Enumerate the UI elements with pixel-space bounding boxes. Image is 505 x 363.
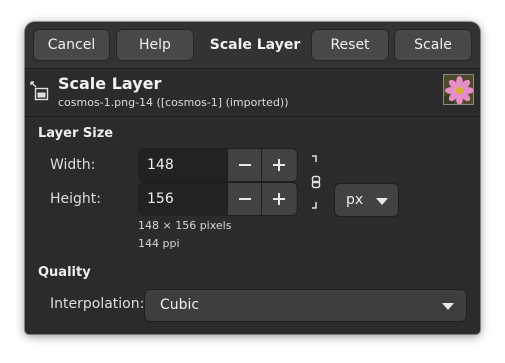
scale-button[interactable]: Scale: [394, 29, 472, 61]
width-input[interactable]: 148: [139, 149, 227, 181]
scale-layer-icon: [29, 80, 51, 102]
layer-thumbnail: [443, 74, 474, 105]
width-spinner[interactable]: 148: [138, 148, 298, 182]
chevron-down-icon: [376, 198, 388, 205]
cancel-button[interactable]: Cancel: [33, 29, 110, 61]
minus-icon: [239, 164, 251, 166]
quality-heading: Quality: [38, 265, 91, 280]
interpolation-label: Interpolation:: [50, 296, 145, 312]
plus-icon: [273, 159, 285, 171]
interpolation-value: Cubic: [160, 297, 200, 313]
unit-value: px: [346, 192, 364, 208]
header-bar: Cancel Help Scale Layer Reset Scale: [25, 22, 480, 69]
chain-link-button[interactable]: [309, 153, 323, 211]
pixel-size-text: 148 × 156 pixels: [138, 219, 232, 232]
width-decrement-button[interactable]: [227, 149, 262, 181]
reset-button[interactable]: Reset: [311, 29, 389, 61]
width-increment-button[interactable]: [261, 149, 296, 181]
height-label: Height:: [50, 191, 101, 207]
info-subtitle: cosmos-1.png-14 ([cosmos-1] (imported)): [58, 96, 289, 109]
plus-icon: [273, 193, 285, 205]
height-input[interactable]: 156: [139, 183, 227, 215]
width-label: Width:: [50, 157, 96, 173]
chevron-down-icon: [442, 303, 454, 310]
ppi-text: 144 ppi: [138, 237, 180, 250]
height-decrement-button[interactable]: [227, 183, 262, 215]
scale-layer-dialog: Cancel Help Scale Layer Reset Scale Scal…: [25, 22, 480, 334]
layer-size-heading: Layer Size: [38, 126, 114, 141]
dialog-title: Scale Layer: [209, 37, 301, 53]
chain-icon: [311, 155, 321, 209]
minus-icon: [239, 198, 251, 200]
height-spinner[interactable]: 156: [138, 182, 298, 216]
info-title: Scale Layer: [58, 74, 162, 93]
unit-dropdown[interactable]: px: [334, 183, 399, 217]
help-button[interactable]: Help: [116, 29, 194, 61]
height-increment-button[interactable]: [261, 183, 296, 215]
separator: [25, 116, 480, 117]
interpolation-dropdown[interactable]: Cubic: [144, 289, 467, 322]
